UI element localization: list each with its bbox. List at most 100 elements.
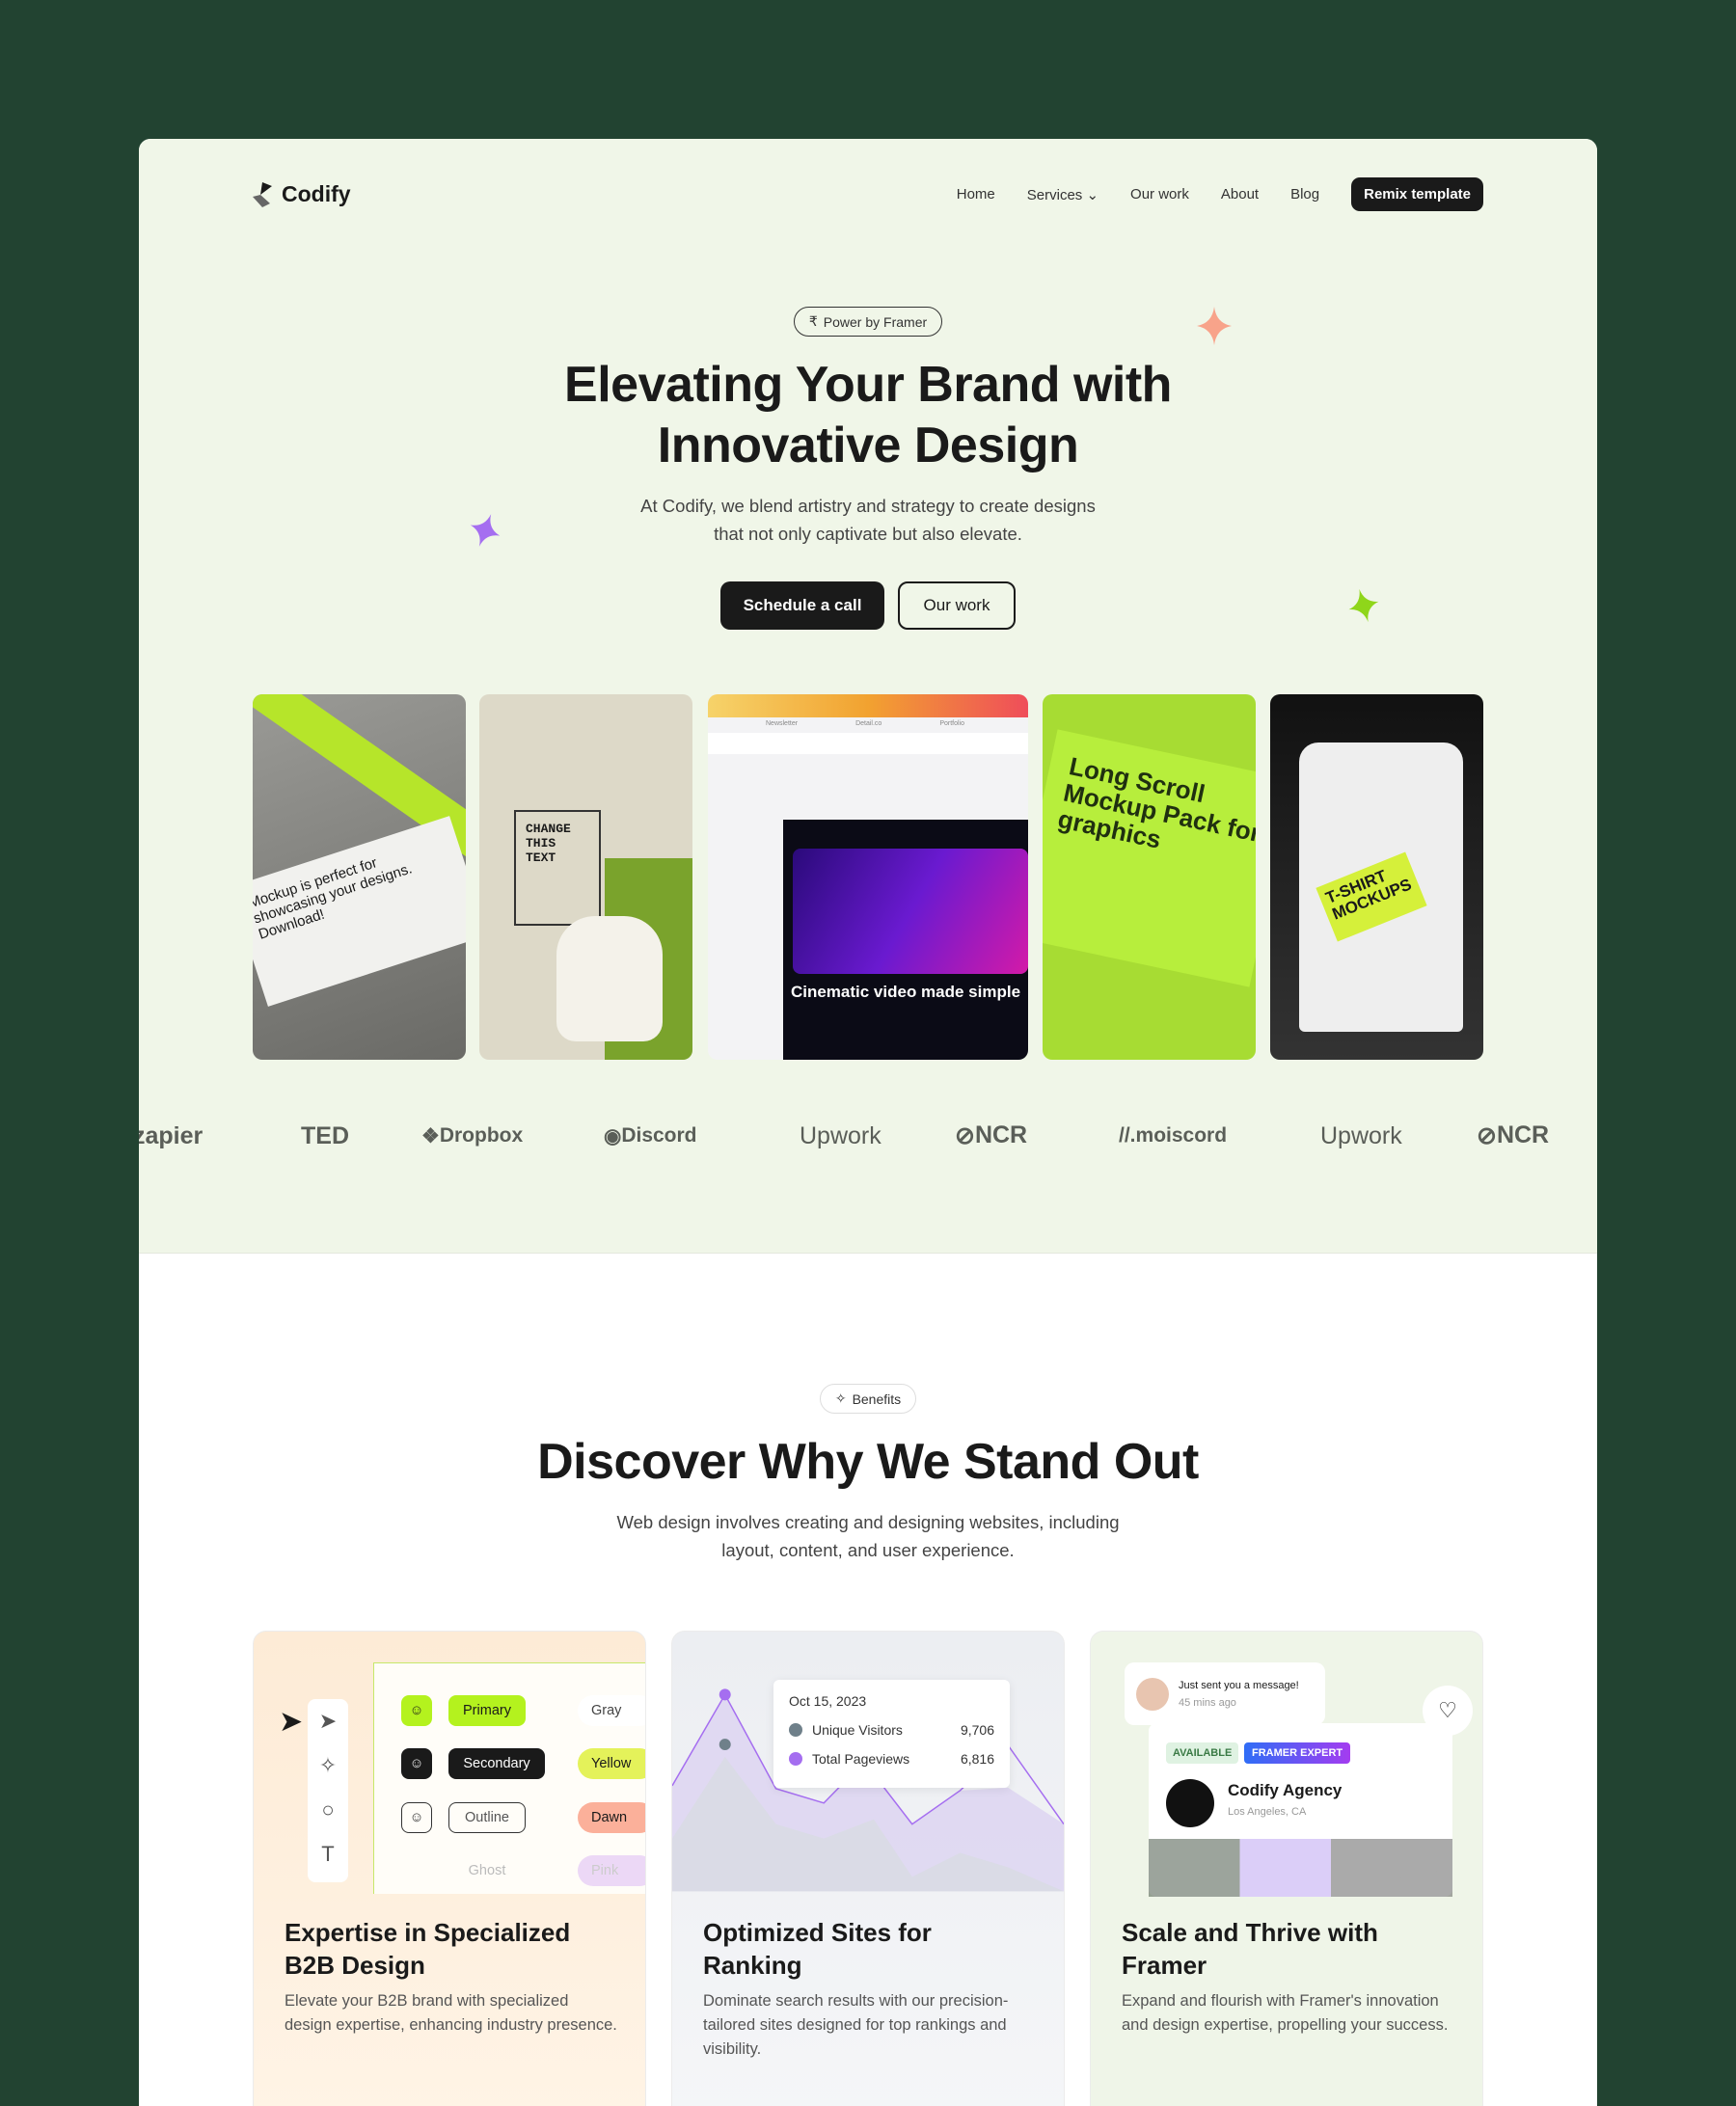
logo-discord-text: Discord (621, 1123, 697, 1147)
ghost-icon: ☺ (401, 1748, 432, 1779)
hero-subtitle-line1: At Codify, we blend artistry and strateg… (640, 496, 1096, 516)
ghost-sample: Ghost (468, 1863, 506, 1878)
remix-template-button[interactable]: Remix template (1351, 177, 1483, 211)
tab: Newsletter (766, 720, 799, 727)
nav-services-label: Services (1026, 186, 1083, 203)
tag-gray: Gray (578, 1695, 645, 1726)
text-tool-icon[interactable]: T (308, 1832, 348, 1876)
codify-logo-icon (253, 181, 272, 207)
video-hero (793, 849, 1028, 974)
row-label: Total Pageviews (812, 1751, 910, 1767)
agency-location: Los Angeles, CA (1228, 1806, 1307, 1818)
hero-subtitle-line2: that not only captivate but also elevate… (714, 524, 1022, 544)
logo-zapier: zapier (139, 1121, 203, 1149)
our-work-button[interactable]: Our work (898, 581, 1016, 630)
chart-tooltip: Oct 15, 2023 Unique Visitors 9,706 Total … (773, 1680, 1010, 1788)
tag-yellow: Yellow (578, 1748, 645, 1779)
framer-expert-tag: FRAMER EXPERT (1244, 1742, 1351, 1764)
logo-upwork: Upwork (800, 1121, 882, 1149)
benefit-card-ranking[interactable]: Oct 15, 2023 Unique Visitors 9,706 Total … (671, 1631, 1065, 2106)
tool-palette: ➤ ✧ ○ T (308, 1699, 348, 1882)
hero-title-line1: Elevating Your Brand with (564, 357, 1172, 413)
card-desc: Expand and flourish with Framer's innova… (1122, 1992, 1449, 2034)
label-text: CHANGE THIS TEXT (514, 810, 601, 926)
legend-dot (789, 1723, 802, 1737)
agency-name: Codify Agency (1228, 1781, 1343, 1799)
brand-name: Codify (282, 181, 351, 206)
benefit-card-b2b[interactable]: ➤ ✧ ○ T ➤ ☺ Primary ☺ Secondary ☺ Outline G… (253, 1631, 646, 2106)
avatar (1136, 1677, 1169, 1711)
row-label: Unique Visitors (812, 1722, 903, 1738)
schedule-call-button[interactable]: Schedule a call (720, 581, 884, 630)
nav-about[interactable]: About (1221, 186, 1259, 202)
ghost-icon: ☺ (401, 1695, 432, 1726)
message-text: Just sent you a message! (1179, 1679, 1299, 1691)
gallery-image-4[interactable]: Long Scroll Mockup Pack for graphics (1043, 694, 1256, 1060)
power-badge: ₹ Power by Framer (793, 307, 943, 337)
heart-icon: ♡ (1438, 1698, 1457, 1722)
benefits-badge-text: Benefits (852, 1390, 902, 1407)
logo-upwork-2: Upwork (1320, 1121, 1402, 1149)
benefits-subtitle-line1: Web design involves creating and designi… (616, 1512, 1120, 1532)
logo-ncr-text: NCR (974, 1121, 1028, 1148)
star-orange-icon (1197, 307, 1232, 345)
gallery-image-1[interactable]: Mockup is perfect for showcasing your de… (253, 694, 466, 1060)
logo-moiscord: //. moiscord (1119, 1124, 1228, 1147)
card-title: Optimized Sites for Ranking (703, 1918, 932, 1980)
cursor-icon: ➤ (279, 1706, 304, 1738)
logo-moiscord-text: moiscord (1135, 1124, 1228, 1147)
logo-ncr-2-text: NCR (1496, 1121, 1550, 1148)
nav-services[interactable]: Services ⌄ (1027, 186, 1099, 203)
tooltip-row: Unique Visitors 9,706 (789, 1722, 994, 1738)
gradient-bar (708, 694, 1028, 717)
card-title: Expertise in Specialized B2B Design (285, 1918, 571, 1980)
brand-logo[interactable]: Codify (253, 181, 351, 207)
logo-ted: TED (301, 1121, 349, 1149)
cinematic-headline: Cinematic video made simple (790, 983, 1021, 1001)
site-preview: Cinematic video made simple (783, 820, 1028, 1060)
nav-blog[interactable]: Blog (1290, 186, 1319, 202)
nav-our-work[interactable]: Our work (1130, 186, 1189, 202)
ui-kit-visual: ➤ ✧ ○ T ➤ ☺ Primary ☺ Secondary ☺ Outline G… (254, 1632, 645, 1894)
badge-text: Power by Framer (823, 313, 928, 330)
logo-dropbox: ❖ Dropbox (421, 1123, 524, 1148)
ghost-icon: ☺ (401, 1802, 432, 1833)
benefits-subtitle: Web design involves creating and designi… (139, 1508, 1597, 1564)
toolbar (708, 733, 1028, 754)
hero-subtitle: At Codify, we blend artistry and strateg… (139, 492, 1597, 548)
available-tag: AVAILABLE (1166, 1742, 1239, 1764)
hero-badge-wrap: ₹ Power by Framer (139, 307, 1597, 337)
mockup-card: Mockup is perfect for showcasing your de… (253, 816, 466, 1007)
gallery-image-2[interactable]: CHANGE THIS TEXT (479, 694, 692, 1060)
gallery-image-5[interactable]: T-SHIRT MOCKUPS (1270, 694, 1483, 1060)
ellipse-tool-icon[interactable]: ○ (308, 1788, 348, 1832)
pouch (556, 916, 663, 1041)
logo-dropbox-text: Dropbox (439, 1123, 524, 1147)
tab: Portfolio (939, 720, 964, 727)
secondary-sample: Secondary (448, 1748, 545, 1779)
mockup-card-text: Mockup is perfect for showcasing your de… (253, 854, 415, 943)
logo-discord: ◉ Discord (604, 1123, 697, 1148)
accepting-status: Accepting N (1380, 1868, 1443, 1881)
pointer-tool-icon[interactable]: ➤ (308, 1699, 348, 1743)
logo-ncr: ⊘ NCR (955, 1121, 1028, 1149)
main-nav: Home Services ⌄ Our work About Blog Remi… (957, 177, 1483, 211)
scroll-pack: Long Scroll Mockup Pack for graphics (1043, 729, 1256, 987)
benefits-badge: ✧ Benefits (819, 1384, 917, 1414)
magic-wand-icon[interactable]: ✧ (308, 1743, 348, 1788)
row-value: 6,816 (960, 1751, 994, 1767)
chevron-down-icon: ⌄ (1086, 186, 1099, 203)
message-time: 45 mins ago (1179, 1696, 1236, 1709)
benefit-card-framer[interactable]: Just sent you a message! 45 mins ago ♡ AV… (1090, 1631, 1483, 2106)
pageviews-point (719, 1688, 731, 1701)
benefits-subtitle-line2: layout, content, and user experience. (721, 1540, 1015, 1560)
message-notification: Just sent you a message! 45 mins ago (1125, 1662, 1325, 1725)
benefits-badge-wrap: ✧ Benefits (139, 1384, 1597, 1414)
hero-title: Elevating Your Brand with Innovative Desi… (139, 355, 1597, 476)
tag-pink: Pink (578, 1855, 645, 1886)
tab: Detail.co (855, 720, 882, 727)
gallery-image-3[interactable]: Newsletter Detail.co Portfolio Cinematic v… (708, 694, 1028, 1060)
row-value: 9,706 (960, 1722, 994, 1738)
nav-home[interactable]: Home (957, 186, 995, 202)
hero-title-line2: Innovative Design (657, 418, 1079, 473)
